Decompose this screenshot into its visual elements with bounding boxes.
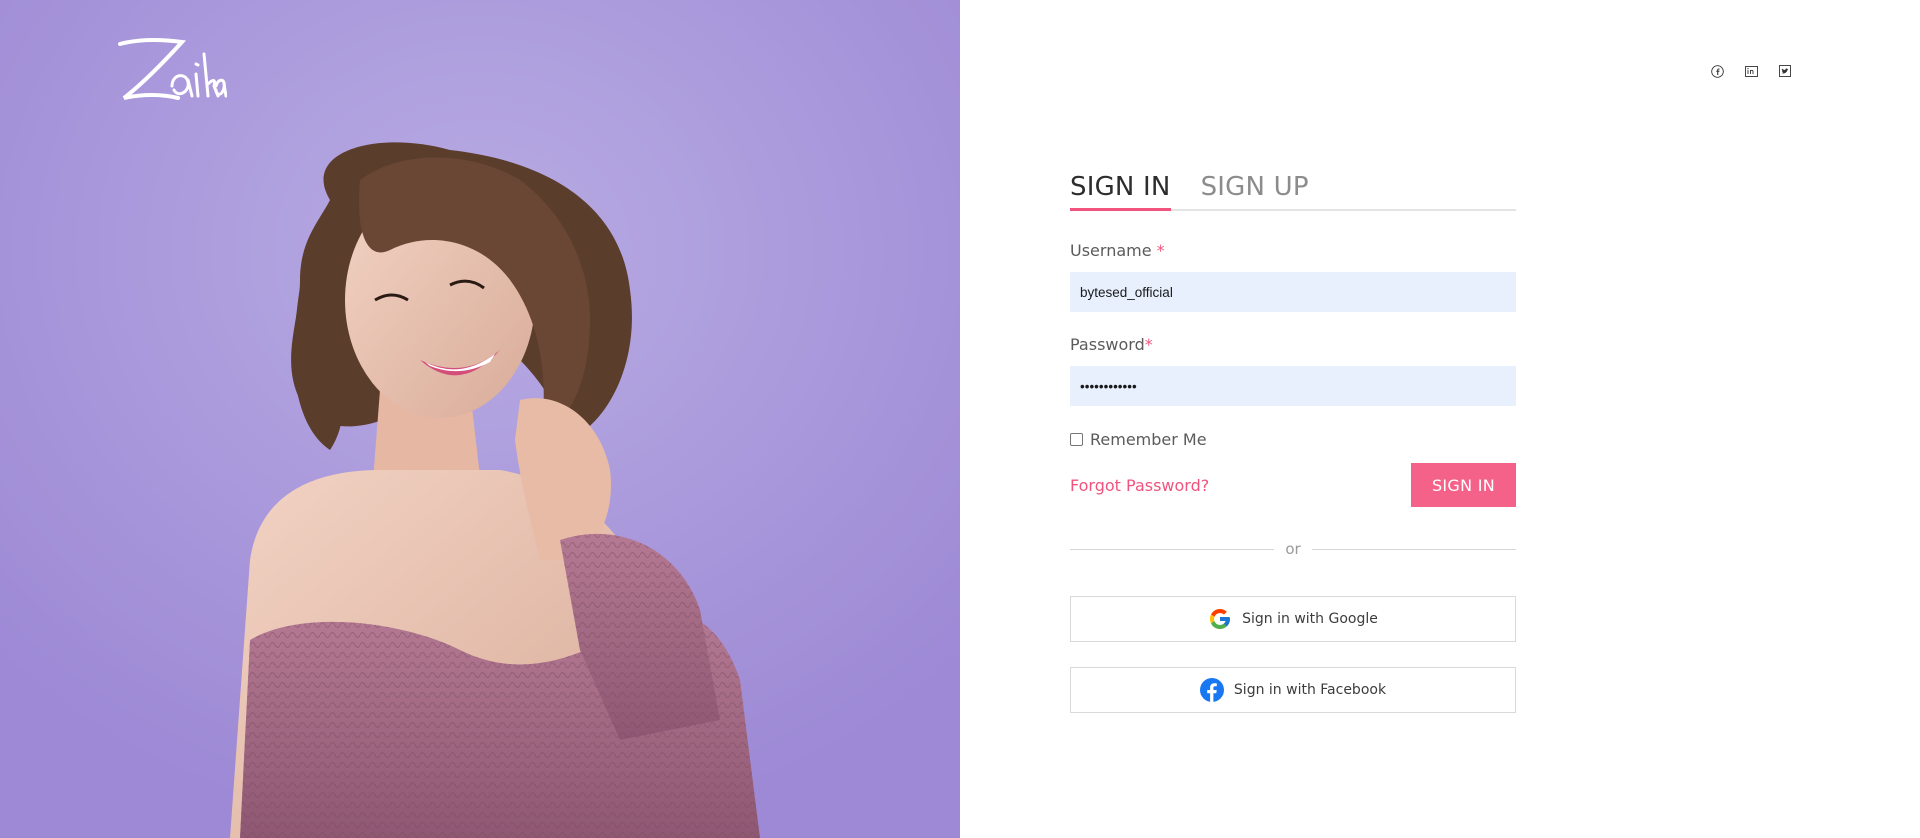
linkedin-icon[interactable] xyxy=(1742,62,1760,80)
twitter-icon[interactable] xyxy=(1776,62,1794,80)
tab-sign-in[interactable]: SIGN IN xyxy=(1070,166,1171,211)
password-required-mark: * xyxy=(1144,335,1153,354)
or-divider: or xyxy=(1070,539,1517,559)
username-input[interactable] xyxy=(1070,272,1516,312)
form-actions: Forgot Password? SIGN IN xyxy=(1070,463,1516,507)
signin-form: SIGN IN SIGN UP Username * Password* Rem… xyxy=(1070,166,1517,713)
sign-in-button[interactable]: SIGN IN xyxy=(1411,463,1516,507)
divider-line-left xyxy=(1070,548,1275,550)
username-label-text: Username xyxy=(1070,241,1152,260)
remember-me-row: Remember Me xyxy=(1070,429,1516,449)
hero-portrait-image xyxy=(0,0,960,838)
tab-sign-up[interactable]: SIGN UP xyxy=(1201,166,1309,209)
facebook-signin-label: Sign in with Facebook xyxy=(1233,682,1387,698)
google-signin-button[interactable]: Sign in with Google xyxy=(1070,596,1516,642)
header-social-links xyxy=(1708,62,1808,80)
auth-tabs: SIGN IN SIGN UP xyxy=(1070,166,1516,211)
divider-line-right xyxy=(1311,548,1517,550)
google-signin-label: Sign in with Google xyxy=(1242,611,1378,627)
username-label: Username * xyxy=(1070,241,1516,261)
google-icon xyxy=(1208,607,1232,631)
facebook-logo-icon xyxy=(1199,678,1224,702)
divider-text: or xyxy=(1285,540,1301,558)
brand-logo[interactable] xyxy=(112,34,227,104)
facebook-icon[interactable] xyxy=(1708,62,1726,80)
password-label-text: Password xyxy=(1070,335,1145,354)
facebook-signin-button[interactable]: Sign in with Facebook xyxy=(1070,667,1516,713)
password-label: Password* xyxy=(1070,335,1516,355)
username-required-mark: * xyxy=(1156,241,1165,260)
remember-me-checkbox[interactable] xyxy=(1070,432,1083,446)
forgot-password-link[interactable]: Forgot Password? xyxy=(1070,476,1209,495)
password-input[interactable] xyxy=(1070,366,1516,406)
hero-panel xyxy=(0,0,960,838)
remember-me-label[interactable]: Remember Me xyxy=(1090,430,1207,449)
